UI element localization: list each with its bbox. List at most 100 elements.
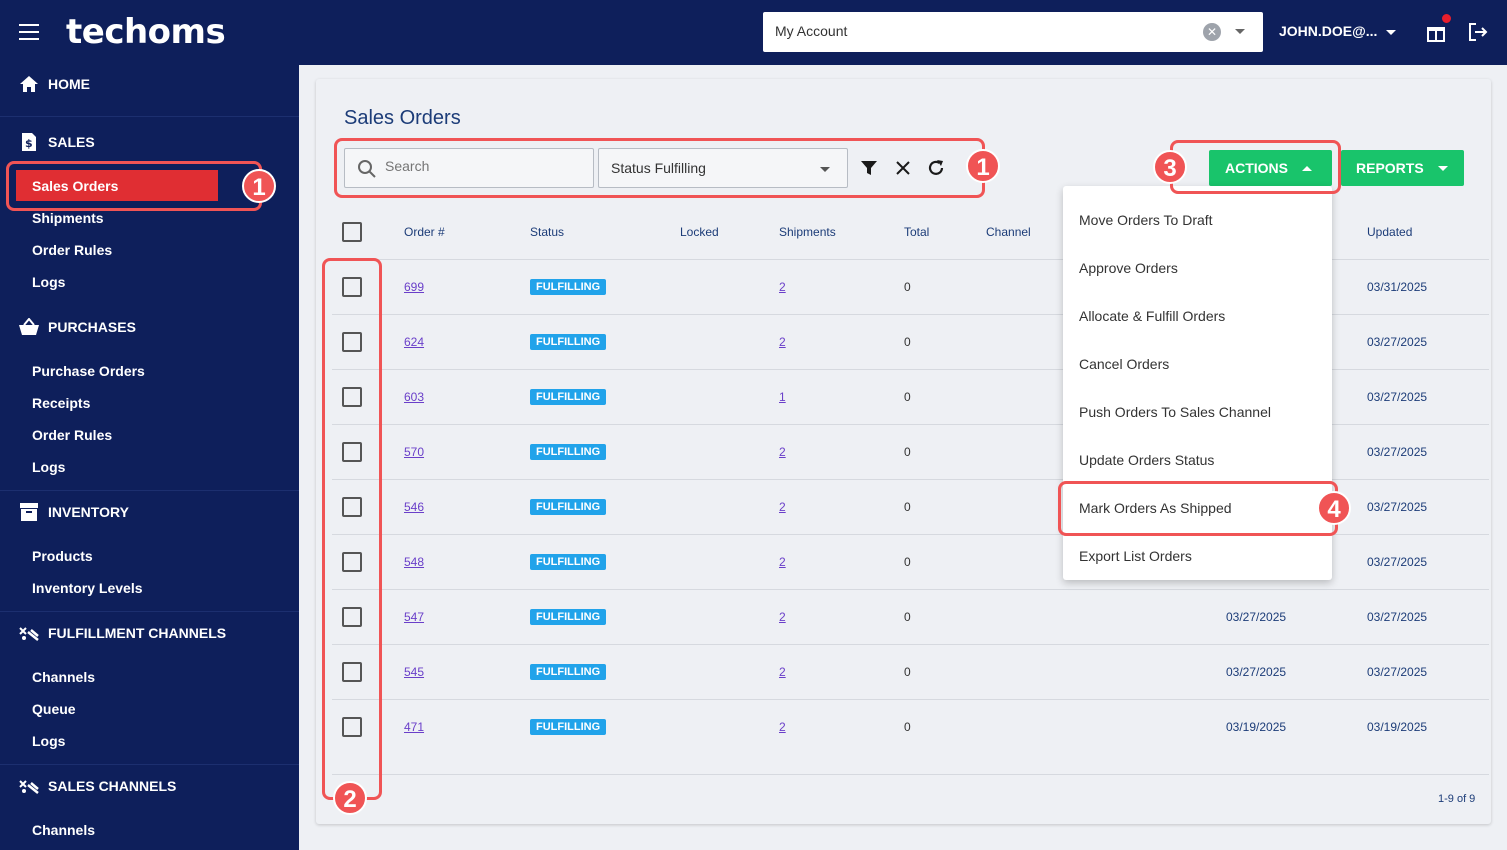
- sidebar-section-sales[interactable]: $ SALES: [18, 132, 95, 152]
- status-badge: FULFILLING: [530, 719, 607, 735]
- sidebar-section-label: SALES CHANNELS: [48, 778, 177, 794]
- updated-date-cell: 03/27/2025: [1367, 555, 1428, 569]
- sidebar-item-receipts[interactable]: Receipts: [32, 395, 90, 411]
- shipments-link[interactable]: 2: [779, 335, 786, 349]
- status-badge: FULFILLING: [530, 334, 607, 350]
- sidebar-section-label: INVENTORY: [48, 504, 129, 520]
- column-header-total[interactable]: Total: [904, 225, 929, 239]
- sidebar-item-products[interactable]: Products: [32, 548, 93, 564]
- chevron-down-icon[interactable]: [1386, 30, 1396, 35]
- menu-icon[interactable]: [19, 24, 39, 40]
- order-number-link[interactable]: 545: [404, 665, 424, 679]
- column-header-status[interactable]: Status: [530, 225, 564, 239]
- logout-icon[interactable]: [1467, 21, 1489, 43]
- notification-dot: [1441, 13, 1452, 24]
- shipments-link[interactable]: 1: [779, 390, 786, 404]
- table-footer-divider: [332, 774, 1489, 775]
- svg-text:$: $: [25, 137, 33, 150]
- total-cell: 0: [904, 610, 911, 624]
- user-menu[interactable]: JOHN.DOE@...: [1279, 23, 1377, 39]
- status-badge: FULFILLING: [530, 389, 607, 405]
- annotation-box-filters: [334, 138, 985, 198]
- channels-icon: [18, 776, 40, 796]
- updated-date-cell: 03/27/2025: [1367, 335, 1428, 349]
- menu-item-push-to-channel[interactable]: Push Orders To Sales Channel: [1079, 404, 1271, 420]
- order-number-link[interactable]: 547: [404, 610, 424, 624]
- sidebar-item-inventory-levels[interactable]: Inventory Levels: [32, 580, 143, 596]
- sidebar-section-home[interactable]: HOME: [18, 74, 90, 94]
- pagination-text: 1-9 of 9: [1438, 793, 1476, 805]
- sidebar-item-channels[interactable]: Channels: [32, 669, 95, 685]
- account-value: My Account: [775, 23, 848, 39]
- shipments-link[interactable]: 2: [779, 610, 786, 624]
- shipments-link[interactable]: 2: [779, 665, 786, 679]
- divider: [0, 116, 299, 117]
- sidebar-item-order-rules[interactable]: Order Rules: [32, 242, 112, 258]
- row-divider: [332, 589, 1489, 590]
- basket-icon: [18, 317, 40, 337]
- status-badge: FULFILLING: [530, 444, 607, 460]
- created-date-cell: 03/27/2025: [1226, 610, 1287, 624]
- shipments-link[interactable]: 2: [779, 500, 786, 514]
- order-number-link[interactable]: 546: [404, 500, 424, 514]
- sidebar-item-logs[interactable]: Logs: [32, 274, 65, 290]
- sidebar-section-inventory[interactable]: INVENTORY: [18, 502, 129, 522]
- sidebar-section-label: PURCHASES: [48, 319, 136, 335]
- menu-item-allocate-fulfill[interactable]: Allocate & Fulfill Orders: [1079, 308, 1225, 324]
- column-header-channel[interactable]: Channel: [986, 225, 1031, 239]
- sidebar-item-queue[interactable]: Queue: [32, 701, 76, 717]
- sidebar-section-sales-channels[interactable]: SALES CHANNELS: [18, 776, 176, 796]
- app-logo[interactable]: techoms: [66, 12, 226, 52]
- menu-item-move-to-draft[interactable]: Move Orders To Draft: [1079, 212, 1213, 228]
- shipments-link[interactable]: 2: [779, 720, 786, 734]
- order-number-link[interactable]: 471: [404, 720, 424, 734]
- sidebar-section-fulfillment-channels[interactable]: FULFILLMENT CHANNELS: [18, 623, 226, 643]
- annotation-box-mark-shipped: [1058, 481, 1338, 536]
- annotation-number-1b: 1: [966, 149, 1000, 183]
- annotation-number-2: 2: [333, 781, 367, 815]
- column-header-locked[interactable]: Locked: [680, 225, 719, 239]
- updated-date-cell: 03/27/2025: [1367, 445, 1428, 459]
- sidebar-item-logs[interactable]: Logs: [32, 459, 65, 475]
- sidebar-section-purchases[interactable]: PURCHASES: [18, 317, 136, 337]
- sidebar-item-shipments[interactable]: Shipments: [32, 210, 104, 226]
- sidebar-section-label: FULFILLMENT CHANNELS: [48, 625, 227, 641]
- select-all-checkbox[interactable]: [342, 222, 362, 242]
- column-header-updated[interactable]: Updated: [1367, 225, 1412, 239]
- order-number-link[interactable]: 624: [404, 335, 424, 349]
- sidebar-item-channels[interactable]: Channels: [32, 822, 95, 838]
- reports-label: REPORTS: [1356, 160, 1424, 176]
- account-select[interactable]: My Account ✕: [763, 12, 1263, 52]
- divider: [0, 764, 299, 765]
- clear-icon[interactable]: ✕: [1203, 23, 1221, 41]
- order-number-link[interactable]: 603: [404, 390, 424, 404]
- menu-item-update-status[interactable]: Update Orders Status: [1079, 452, 1214, 468]
- row-divider: [332, 699, 1489, 700]
- sidebar-item-purchase-orders[interactable]: Purchase Orders: [32, 363, 145, 379]
- order-number-link[interactable]: 548: [404, 555, 424, 569]
- annotation-box-sales-orders: [6, 161, 262, 211]
- order-number-link[interactable]: 570: [404, 445, 424, 459]
- annotation-box-actions: [1170, 140, 1341, 194]
- updated-date-cell: 03/27/2025: [1367, 390, 1428, 404]
- top-bar: techoms My Account ✕ JOHN.DOE@...: [0, 0, 1507, 65]
- gift-icon[interactable]: [1426, 22, 1446, 42]
- reports-button[interactable]: REPORTS: [1341, 150, 1464, 186]
- column-header-shipments[interactable]: Shipments: [779, 225, 836, 239]
- shipments-link[interactable]: 2: [779, 555, 786, 569]
- shipments-link[interactable]: 2: [779, 445, 786, 459]
- menu-item-approve-orders[interactable]: Approve Orders: [1079, 260, 1178, 276]
- menu-item-export-list[interactable]: Export List Orders: [1079, 548, 1192, 564]
- order-number-link[interactable]: 699: [404, 280, 424, 294]
- status-badge: FULFILLING: [530, 609, 607, 625]
- sidebar-item-logs[interactable]: Logs: [32, 733, 65, 749]
- column-header-order[interactable]: Order #: [404, 225, 445, 239]
- shipments-link[interactable]: 2: [779, 280, 786, 294]
- chevron-down-icon[interactable]: [1235, 29, 1245, 34]
- status-badge: FULFILLING: [530, 499, 607, 515]
- annotation-number-4: 4: [1317, 491, 1351, 525]
- menu-item-cancel-orders[interactable]: Cancel Orders: [1079, 356, 1169, 372]
- sidebar-item-order-rules[interactable]: Order Rules: [32, 427, 112, 443]
- total-cell: 0: [904, 500, 911, 514]
- updated-date-cell: 03/27/2025: [1367, 610, 1428, 624]
